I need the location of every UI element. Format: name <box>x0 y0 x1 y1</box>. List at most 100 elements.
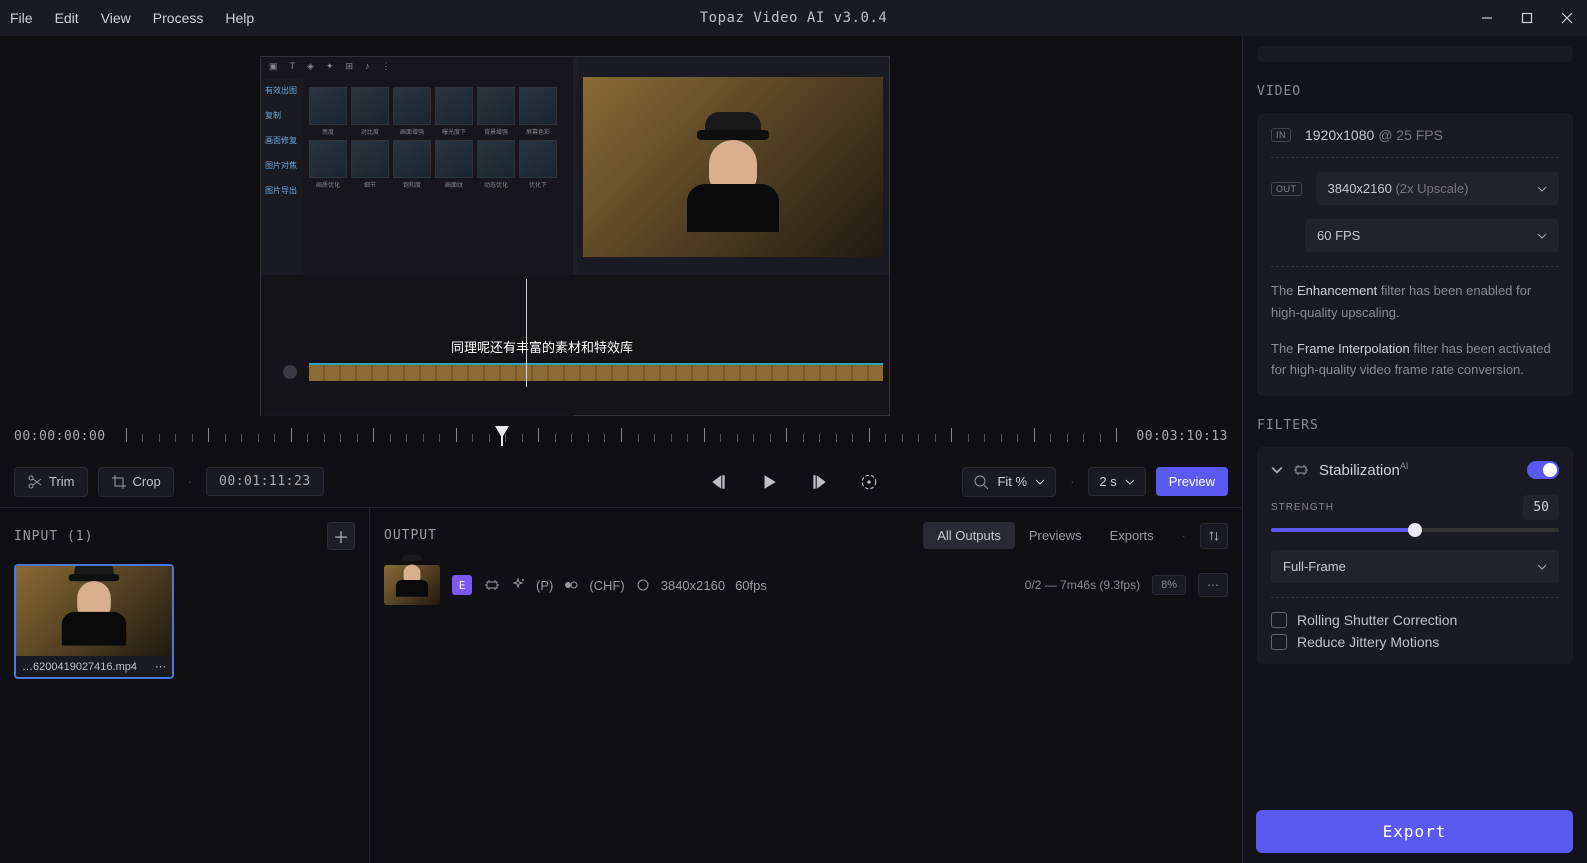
chevron-down-icon <box>1125 477 1135 487</box>
preview-tab-icon[interactable]: ✦ <box>326 61 334 72</box>
person-illustration <box>687 112 779 222</box>
asset-thumb[interactable] <box>519 140 557 178</box>
asset-thumb[interactable] <box>351 87 389 125</box>
preview-video-panel <box>577 57 889 277</box>
rolling-shutter-checkbox[interactable]: Rolling Shutter Correction <box>1271 612 1559 628</box>
enhancement-info: The Enhancement filter has been enabled … <box>1271 281 1559 325</box>
asset-thumb-label: 背景增强 <box>477 127 515 136</box>
preview-top-tabs: ▣ T ◈ ✦ ⊞ ♪ ⋮ <box>261 57 573 76</box>
input-thumbnail[interactable]: …6200419027416.mp4 ⋯ <box>14 564 174 679</box>
tab-exports[interactable]: Exports <box>1096 522 1168 549</box>
divider <box>1271 266 1559 267</box>
preview-button[interactable]: Preview <box>1156 467 1228 496</box>
out-fps: 60 FPS <box>1317 228 1360 243</box>
export-button[interactable]: Export <box>1256 810 1573 853</box>
slider-knob[interactable] <box>1408 523 1422 537</box>
preview-video-frame <box>583 77 883 257</box>
side-nav-item[interactable]: 画面修复 <box>265 135 299 146</box>
ai-badge: AI <box>1400 461 1409 471</box>
duration-label: 2 s <box>1099 474 1116 489</box>
video-track[interactable] <box>309 363 883 381</box>
asset-thumb[interactable] <box>519 87 557 125</box>
output-thumb <box>384 565 440 605</box>
checkbox-icon <box>1271 634 1287 650</box>
side-nav-item[interactable]: 复制 <box>265 110 299 121</box>
minimize-button[interactable] <box>1477 8 1497 28</box>
stabilize-icon <box>484 577 500 593</box>
output-row[interactable]: E (P) (CHF) 3840x2160 60fps 0/2 — 7m46s … <box>384 565 1228 605</box>
menu-edit[interactable]: Edit <box>55 10 79 26</box>
strength-value[interactable]: 50 <box>1523 495 1559 520</box>
play-icon[interactable] <box>760 473 778 491</box>
step-forward-icon[interactable] <box>810 473 828 491</box>
asset-thumb[interactable] <box>477 87 515 125</box>
menu-view[interactable]: View <box>101 10 131 26</box>
asset-thumb[interactable] <box>309 140 347 178</box>
output-resolution-select[interactable]: 3840x2160 (2x Upscale) <box>1316 172 1560 205</box>
app-title: Topaz Video AI v3.0.4 <box>700 10 888 26</box>
stabilization-label: StabilizationAI <box>1319 461 1408 479</box>
preview-tab-icon[interactable]: T <box>290 61 296 72</box>
side-nav-item[interactable]: 有效出图 <box>265 85 299 96</box>
magnify-icon <box>973 474 989 490</box>
crop-icon <box>111 474 127 490</box>
reduce-jitter-checkbox[interactable]: Reduce Jittery Motions <box>1271 634 1559 650</box>
asset-thumb[interactable] <box>351 140 389 178</box>
sort-button[interactable] <box>1200 523 1228 549</box>
asset-thumb-label: 亮度 <box>309 127 347 136</box>
tab-previews[interactable]: Previews <box>1015 522 1096 549</box>
trim-label: Trim <box>49 474 75 489</box>
subtitle-text: 同理呢还有丰富的素材和特效库 <box>451 337 633 356</box>
timecode-input[interactable]: 00:01:11:23 <box>206 467 324 496</box>
timecode-value: 00:01:11:23 <box>219 474 311 489</box>
add-input-button[interactable]: ＋ <box>327 522 355 550</box>
asset-thumb[interactable] <box>435 140 473 178</box>
asset-thumb[interactable] <box>393 87 431 125</box>
maximize-button[interactable] <box>1517 8 1537 28</box>
asset-thumb-label: 动态优化 <box>477 180 515 189</box>
output-fps-select[interactable]: 60 FPS <box>1305 219 1559 252</box>
close-button[interactable] <box>1557 8 1577 28</box>
preview-tab-icon[interactable]: ⊞ <box>345 61 353 72</box>
asset-thumb-label: 曝光度下 <box>435 127 473 136</box>
stabilization-mode-select[interactable]: Full-Frame <box>1271 550 1559 583</box>
asset-thumb[interactable] <box>435 87 473 125</box>
menu-file[interactable]: File <box>10 10 33 26</box>
video-card: IN 1920x1080 @ 25 FPS OUT 3840x2160 (2x … <box>1257 113 1573 396</box>
preview-tab-icon[interactable]: ◈ <box>307 61 314 72</box>
embedded-playhead[interactable] <box>526 279 527 387</box>
output-panel: OUTPUT All Outputs Previews Exports · <box>370 508 1242 863</box>
preview-area: ▣ T ◈ ✦ ⊞ ♪ ⋮ 有效出图 复制 画面修复 图片对焦 图片导出 <box>0 36 1242 416</box>
menu-process[interactable]: Process <box>153 10 204 26</box>
timeline-ruler[interactable] <box>126 426 1117 446</box>
collapsed-section[interactable] <box>1257 46 1573 62</box>
asset-thumb-label: 画质优化 <box>309 180 347 189</box>
crop-button[interactable]: Crop <box>98 467 174 497</box>
preview-tab-icon[interactable]: ♪ <box>365 61 370 72</box>
step-back-icon[interactable] <box>710 473 728 491</box>
side-nav-item[interactable]: 图片对焦 <box>265 160 299 171</box>
asset-thumb[interactable] <box>477 140 515 178</box>
preview-tab-icon[interactable]: ▣ <box>269 61 278 72</box>
asset-thumb[interactable] <box>393 140 431 178</box>
p-label: (P) <box>536 578 553 593</box>
track-marker-icon[interactable] <box>283 365 297 379</box>
preview-duration-select[interactable]: 2 s <box>1088 467 1145 496</box>
zoom-fit-select[interactable]: Fit % <box>962 467 1056 497</box>
loop-icon[interactable] <box>860 473 878 491</box>
trim-button[interactable]: Trim <box>14 467 88 497</box>
stabilization-toggle[interactable] <box>1527 461 1559 479</box>
preview-tab-icon[interactable]: ⋮ <box>382 61 391 72</box>
input-more-icon[interactable]: ⋯ <box>155 660 166 673</box>
asset-thumb[interactable] <box>309 87 347 125</box>
output-more-button[interactable]: ⋯ <box>1198 573 1228 597</box>
main-menu: File Edit View Process Help <box>10 10 254 26</box>
sparkle-icon <box>510 577 526 593</box>
side-nav-item[interactable]: 图片导出 <box>265 185 299 196</box>
video-section-title: VIDEO <box>1257 84 1573 99</box>
tab-all-outputs[interactable]: All Outputs <box>923 522 1015 549</box>
chevron-down-icon[interactable] <box>1271 464 1283 476</box>
strength-slider[interactable] <box>1271 528 1559 532</box>
menu-help[interactable]: Help <box>225 10 254 26</box>
in-tag: IN <box>1271 128 1291 142</box>
